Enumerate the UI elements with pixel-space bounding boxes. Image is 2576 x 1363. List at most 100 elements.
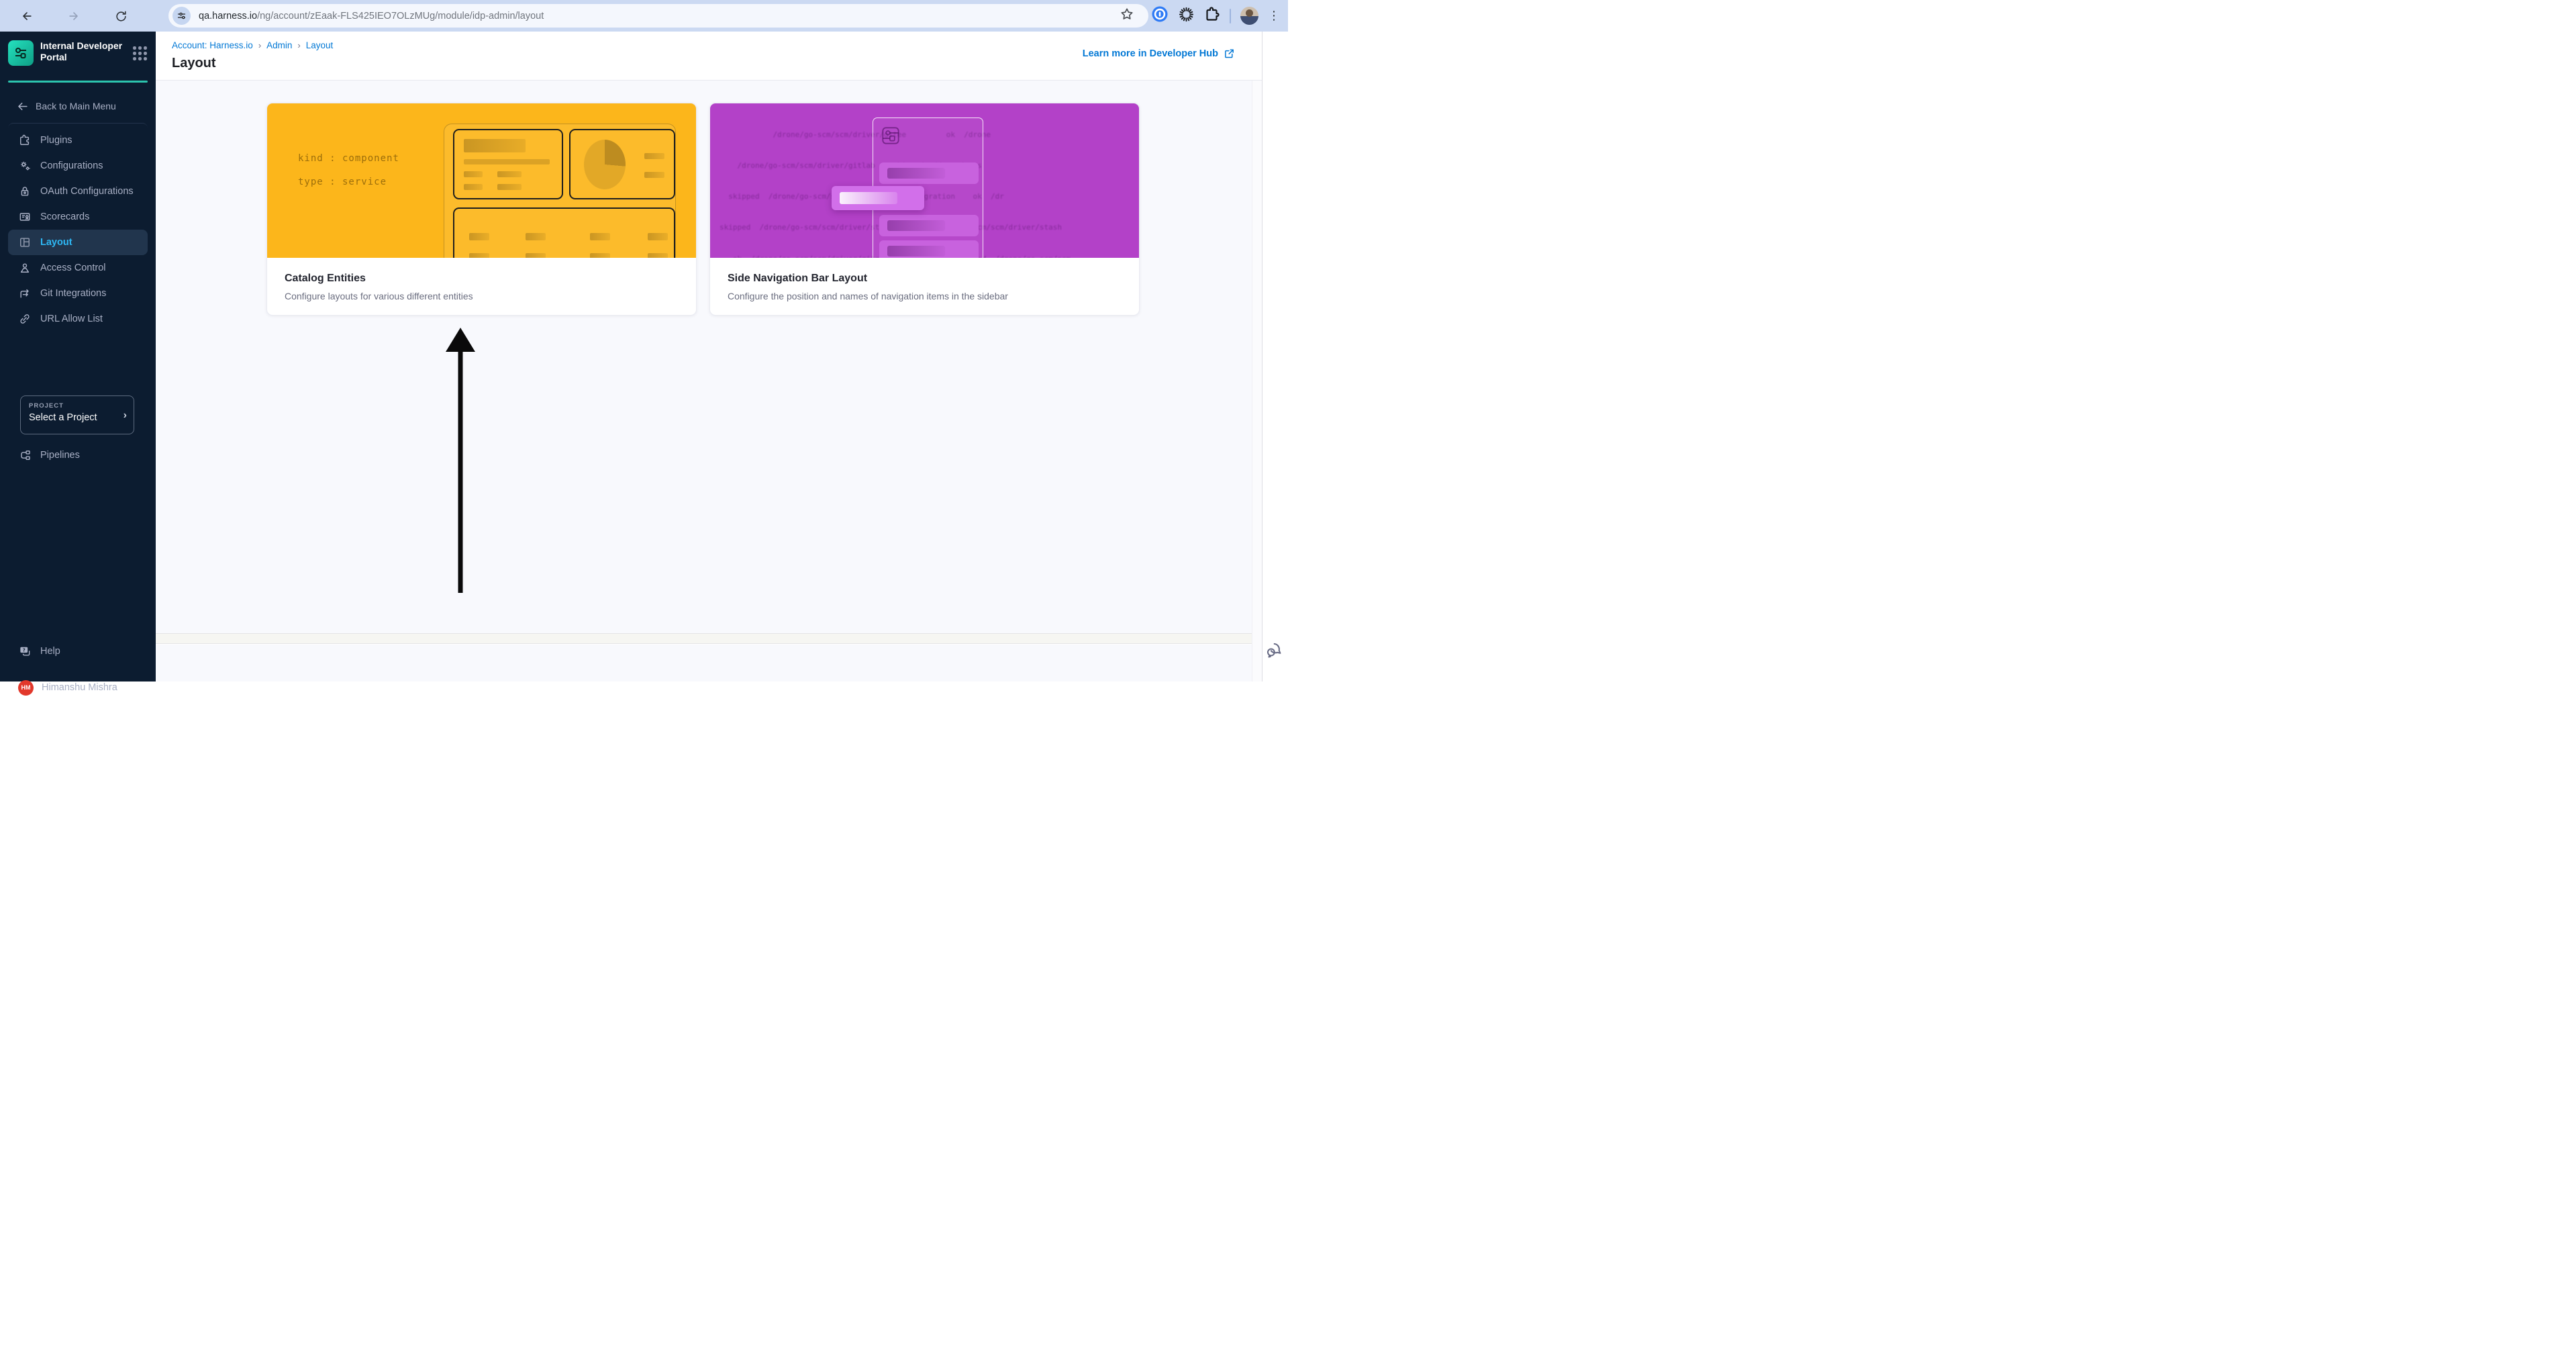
breadcrumb: Account: Harness.io › Admin › Layout — [172, 40, 333, 50]
sidebar-item-label: Git Integrations — [40, 288, 107, 299]
mock-card-left — [453, 129, 563, 199]
sidebar-item-configurations[interactable]: Configurations — [8, 153, 148, 179]
catalog-entities-card[interactable]: kind : component type : service Catalog … — [266, 103, 697, 316]
sidebar-item-help[interactable]: ? Help — [8, 639, 148, 664]
external-link-icon — [1225, 49, 1234, 58]
sidebar-item-oauth-configurations[interactable]: OAuth Configurations — [8, 179, 148, 204]
card-description: Configure the position and names of navi… — [728, 291, 1008, 301]
browser-forward-button[interactable] — [63, 5, 85, 27]
page-title: Layout — [172, 56, 216, 70]
url-bar[interactable]: qa.harness.io/ng/account/zEaak-FLS425IEO… — [168, 4, 1148, 28]
help-nav: ? Help — [8, 639, 148, 664]
sidebar-item-plugins[interactable]: Plugins — [8, 128, 148, 153]
sidebar-item-url-allow-list[interactable]: URL Allow List — [8, 306, 148, 332]
sidebar-item-pipelines[interactable]: Pipelines — [8, 442, 148, 468]
password-manager-extension-icon[interactable] — [1151, 5, 1169, 26]
project-value: Select a Project — [29, 412, 97, 423]
user-name: Himanshu Mishra — [42, 682, 117, 693]
brand: Internal Developer Portal — [8, 40, 124, 66]
project-selector[interactable]: PROJECT Select a Project › — [20, 395, 134, 434]
mock-dragged-menu-item — [832, 186, 924, 210]
tune-icon — [177, 12, 186, 19]
side-navigation-layout-card[interactable]: /drone/go-scm/scm/driver/gitee ok /drone… — [709, 103, 1140, 316]
sidebar-item-label: Layout — [40, 237, 72, 248]
layout-icon — [18, 236, 32, 249]
mock-menu-item — [879, 215, 979, 236]
gears-icon — [18, 159, 32, 173]
sidebar-item-access-control[interactable]: Access Control — [8, 255, 148, 281]
puzzle-icon — [1206, 7, 1220, 21]
puzzle-icon — [18, 134, 32, 147]
sidebar-item-layout[interactable]: Layout — [8, 230, 148, 255]
sidebar-item-label: Help — [40, 646, 60, 657]
breadcrumb-admin[interactable]: Admin — [266, 40, 292, 50]
spinner-extension-icon[interactable] — [1178, 6, 1195, 26]
below-footer-area — [156, 645, 1252, 682]
card-title: Side Navigation Bar Layout — [728, 273, 868, 284]
catalog-illustration: kind : component type : service — [267, 103, 696, 258]
page-header: Account: Harness.io › Admin › Layout Lay… — [156, 32, 1262, 81]
back-to-main-menu[interactable]: Back to Main Menu — [8, 95, 148, 117]
learn-more-label: Learn more in Developer Hub — [1082, 48, 1218, 59]
sidebar-item-label: OAuth Configurations — [40, 186, 134, 197]
mock-panel — [444, 124, 676, 258]
screen: qa.harness.io/ng/account/zEaak-FLS425IEO… — [0, 0, 1288, 696]
sidebar-item-label: Plugins — [40, 135, 72, 146]
back-arrow-icon — [18, 102, 28, 110]
scrollbar-track[interactable] — [1252, 81, 1262, 682]
mock-menu-item — [879, 162, 979, 184]
breadcrumb-layout[interactable]: Layout — [306, 40, 334, 50]
reload-icon — [115, 11, 126, 21]
browser-reload-button[interactable] — [110, 5, 132, 27]
card-body: Side Navigation Bar Layout Configure the… — [710, 258, 1139, 301]
bookmark-star-button[interactable] — [1120, 7, 1134, 25]
chevron-right-icon: › — [123, 410, 127, 421]
toolbar-separator — [1230, 8, 1231, 23]
sidebar-item-scorecards[interactable]: Scorecards — [8, 204, 148, 230]
forward-arrow-icon — [69, 12, 78, 20]
sidebar-item-git-integrations[interactable]: Git Integrations — [8, 281, 148, 306]
url-text: qa.harness.io/ng/account/zEaak-FLS425IEO… — [199, 11, 544, 21]
person-icon — [18, 261, 32, 275]
svg-text:?: ? — [23, 647, 26, 653]
app-title: Internal Developer Portal — [40, 40, 123, 62]
user-account[interactable]: HM Himanshu Mishra — [8, 675, 148, 700]
chat-support-button[interactable] — [1265, 640, 1285, 660]
scorecard-icon — [18, 210, 32, 224]
pipelines-nav: Pipelines — [8, 442, 148, 468]
pie-chart-graphic — [584, 140, 626, 189]
back-arrow-icon — [23, 12, 32, 20]
chat-bubbles-icon — [1267, 643, 1281, 658]
user-avatar: HM — [18, 679, 34, 696]
breadcrumb-account[interactable]: Account: Harness.io — [172, 40, 253, 50]
brand-divider — [8, 81, 148, 83]
mock-menu-item — [879, 240, 979, 258]
site-settings-button[interactable] — [172, 7, 191, 25]
url-path: /ng/account/zEaak-FLS425IEO7OLzMUg/modul… — [257, 10, 544, 21]
browser-toolbar: qa.harness.io/ng/account/zEaak-FLS425IEO… — [0, 0, 1288, 32]
browser-profile-avatar[interactable] — [1240, 7, 1258, 25]
star-icon — [1121, 8, 1133, 19]
right-gutter — [1262, 32, 1288, 682]
branch-arrows-icon — [18, 287, 32, 300]
browser-back-button[interactable] — [16, 5, 38, 27]
sidebar-item-label: URL Allow List — [40, 314, 103, 324]
sidebar-nav: Plugins Configurations OAuth Configurati… — [8, 128, 148, 332]
extensions-puzzle-button[interactable] — [1204, 6, 1220, 26]
back-label: Back to Main Menu — [36, 101, 116, 111]
browser-extensions-area: ⋮ — [1151, 0, 1288, 32]
pipelines-icon — [18, 449, 32, 462]
sidebar-item-label: Access Control — [40, 263, 106, 273]
lock-icon — [18, 185, 32, 198]
chevron-separator: › — [258, 40, 262, 50]
chevron-separator: › — [297, 40, 301, 50]
link-icon — [18, 312, 32, 326]
app-grid-button[interactable] — [133, 46, 148, 61]
sidebar-item-label: Pipelines — [40, 450, 80, 461]
sidebar: Internal Developer Portal Back to Main M… — [0, 32, 156, 696]
learn-more-link[interactable]: Learn more in Developer Hub — [1083, 48, 1235, 59]
browser-menu-button[interactable]: ⋮ — [1268, 9, 1280, 23]
card-title: Catalog Entities — [285, 273, 366, 284]
content-footer-band — [156, 633, 1252, 644]
card-description: Configure layouts for various different … — [285, 291, 473, 301]
